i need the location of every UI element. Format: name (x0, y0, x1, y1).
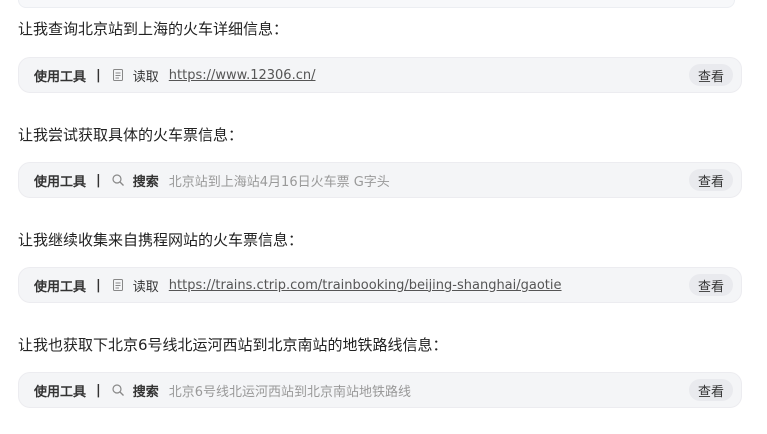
view-button[interactable]: 查看 (688, 64, 733, 86)
tool-action: 读取 (132, 69, 159, 85)
tool-label: 使用工具 (34, 384, 87, 400)
view-button[interactable]: 查看 (688, 274, 733, 296)
view-button[interactable]: 查看 (688, 169, 733, 191)
tool-target-link[interactable]: https://www.12306.cn/ (169, 68, 316, 83)
separator: | (96, 67, 101, 83)
tool-call-bar-1: 使用工具 | 读取 https://www.12306.cn/ 查看 (18, 57, 742, 93)
tool-action: 搜索 (132, 174, 159, 190)
tool-query: 北京站到上海站4月16日火车票 G字头 (168, 174, 390, 190)
tool-call-bar-2: 使用工具 | 搜索 北京站到上海站4月16日火车票 G字头 查看 (18, 162, 742, 198)
tool-action: 搜索 (132, 384, 159, 400)
separator: | (96, 172, 101, 188)
step-1-message: 让我查询北京站到上海的火车详细信息： (18, 20, 289, 38)
separator: | (96, 382, 101, 398)
search-icon (111, 383, 125, 397)
document-icon (111, 278, 125, 292)
tool-label: 使用工具 (34, 174, 87, 190)
tool-target-link[interactable]: https://trains.ctrip.com/trainbooking/be… (169, 278, 562, 293)
tool-call-bar-3: 使用工具 | 读取 https://trains.ctrip.com/train… (18, 267, 742, 303)
step-2-message: 让我尝试获取具体的火车票信息： (18, 126, 244, 144)
step-4-message: 让我也获取下北京6号线北运河西站到北京南站的地铁路线信息： (18, 336, 448, 354)
tool-action: 读取 (132, 279, 159, 295)
document-icon (111, 68, 125, 82)
search-icon (111, 173, 125, 187)
tool-query: 北京6号线北运河西站到北京南站地铁路线 (168, 384, 412, 400)
tool-label: 使用工具 (34, 69, 87, 85)
tool-label: 使用工具 (34, 279, 87, 295)
view-button[interactable]: 查看 (688, 379, 733, 401)
step-3-message: 让我继续收集来自携程网站的火车票信息： (18, 231, 304, 249)
separator: | (96, 277, 101, 293)
previous-card-edge (18, 0, 735, 8)
tool-call-bar-4: 使用工具 | 搜索 北京6号线北运河西站到北京南站地铁路线 查看 (18, 372, 742, 408)
